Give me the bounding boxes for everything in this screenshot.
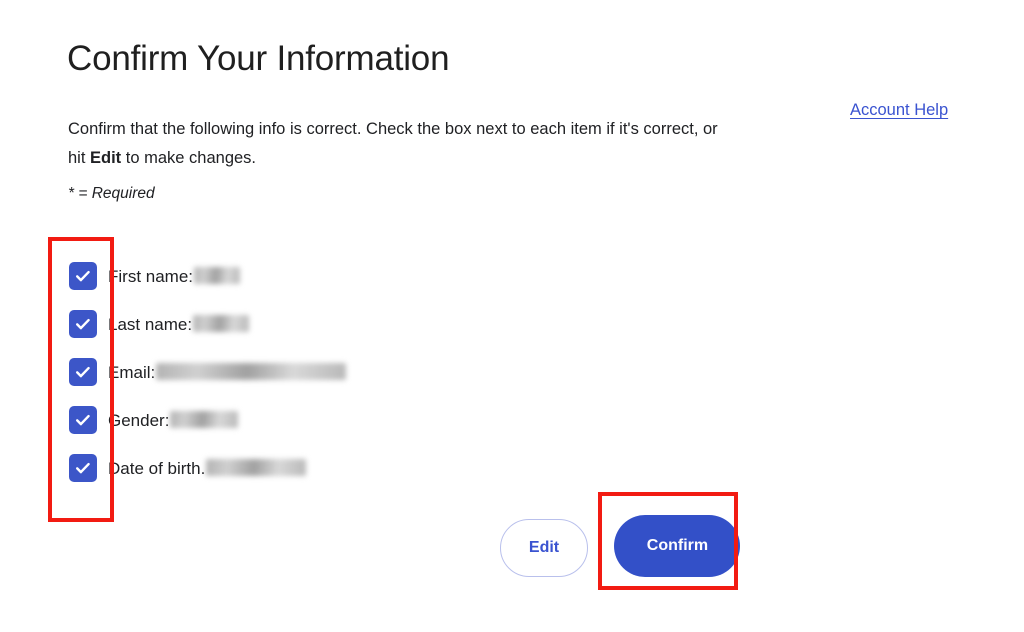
- checklist-label-date-of-birth: Date of birth.: [108, 459, 206, 478]
- checklist-row-email: Email:: [69, 358, 347, 386]
- intro-text-after-edit: to make changes.: [121, 148, 257, 167]
- confirm-checklist: First name: Last name: Email: Gender: Da…: [69, 262, 347, 482]
- check-icon: [76, 462, 90, 474]
- checklist-label-gender: Gender:: [108, 411, 170, 430]
- edit-button[interactable]: Edit: [500, 519, 588, 577]
- checkbox-date-of-birth[interactable]: [69, 454, 97, 482]
- redacted-value-last-name: [193, 315, 250, 332]
- checklist-text-date-of-birth: Date of birth.: [108, 457, 307, 479]
- redacted-value-first-name: [194, 267, 241, 284]
- redacted-value-date-of-birth: [206, 459, 307, 476]
- checklist-label-first-name: First name:: [108, 267, 194, 286]
- checklist-row-gender: Gender:: [69, 406, 346, 434]
- checkbox-last-name[interactable]: [69, 310, 97, 338]
- checklist-label-last-name: Last name:: [108, 315, 193, 334]
- intro-edit-emphasis: Edit: [90, 148, 122, 167]
- confirm-information-page: Confirm Your Information Confirm that th…: [0, 0, 1024, 632]
- checkbox-first-name[interactable]: [69, 262, 97, 290]
- checklist-text-first-name: First name:: [108, 265, 241, 287]
- check-icon: [76, 366, 90, 378]
- checkbox-email[interactable]: [69, 358, 97, 386]
- check-icon: [76, 414, 90, 426]
- form-actions: Edit Confirm: [500, 515, 741, 579]
- check-icon: [76, 318, 90, 330]
- checklist-label-email: Email:: [108, 363, 156, 382]
- checkbox-gender[interactable]: [69, 406, 97, 434]
- checklist-text-email: Email:: [108, 361, 347, 383]
- checklist-text-last-name: Last name:: [108, 313, 250, 335]
- checklist-row-last-name: Last name:: [69, 310, 346, 338]
- required-legend: * = Required: [68, 185, 155, 202]
- checklist-row-first-name: First name:: [69, 262, 346, 290]
- confirm-button[interactable]: Confirm: [614, 515, 741, 577]
- checklist-row-date-of-birth: Date of birth.: [69, 454, 346, 482]
- redacted-value-gender: [170, 411, 239, 428]
- account-help-link[interactable]: Account Help: [850, 101, 948, 120]
- redacted-value-email: [156, 363, 347, 380]
- check-icon: [76, 270, 90, 282]
- intro-paragraph: Confirm that the following info is corre…: [68, 115, 723, 173]
- checklist-text-gender: Gender:: [108, 409, 239, 431]
- page-title: Confirm Your Information: [67, 39, 450, 79]
